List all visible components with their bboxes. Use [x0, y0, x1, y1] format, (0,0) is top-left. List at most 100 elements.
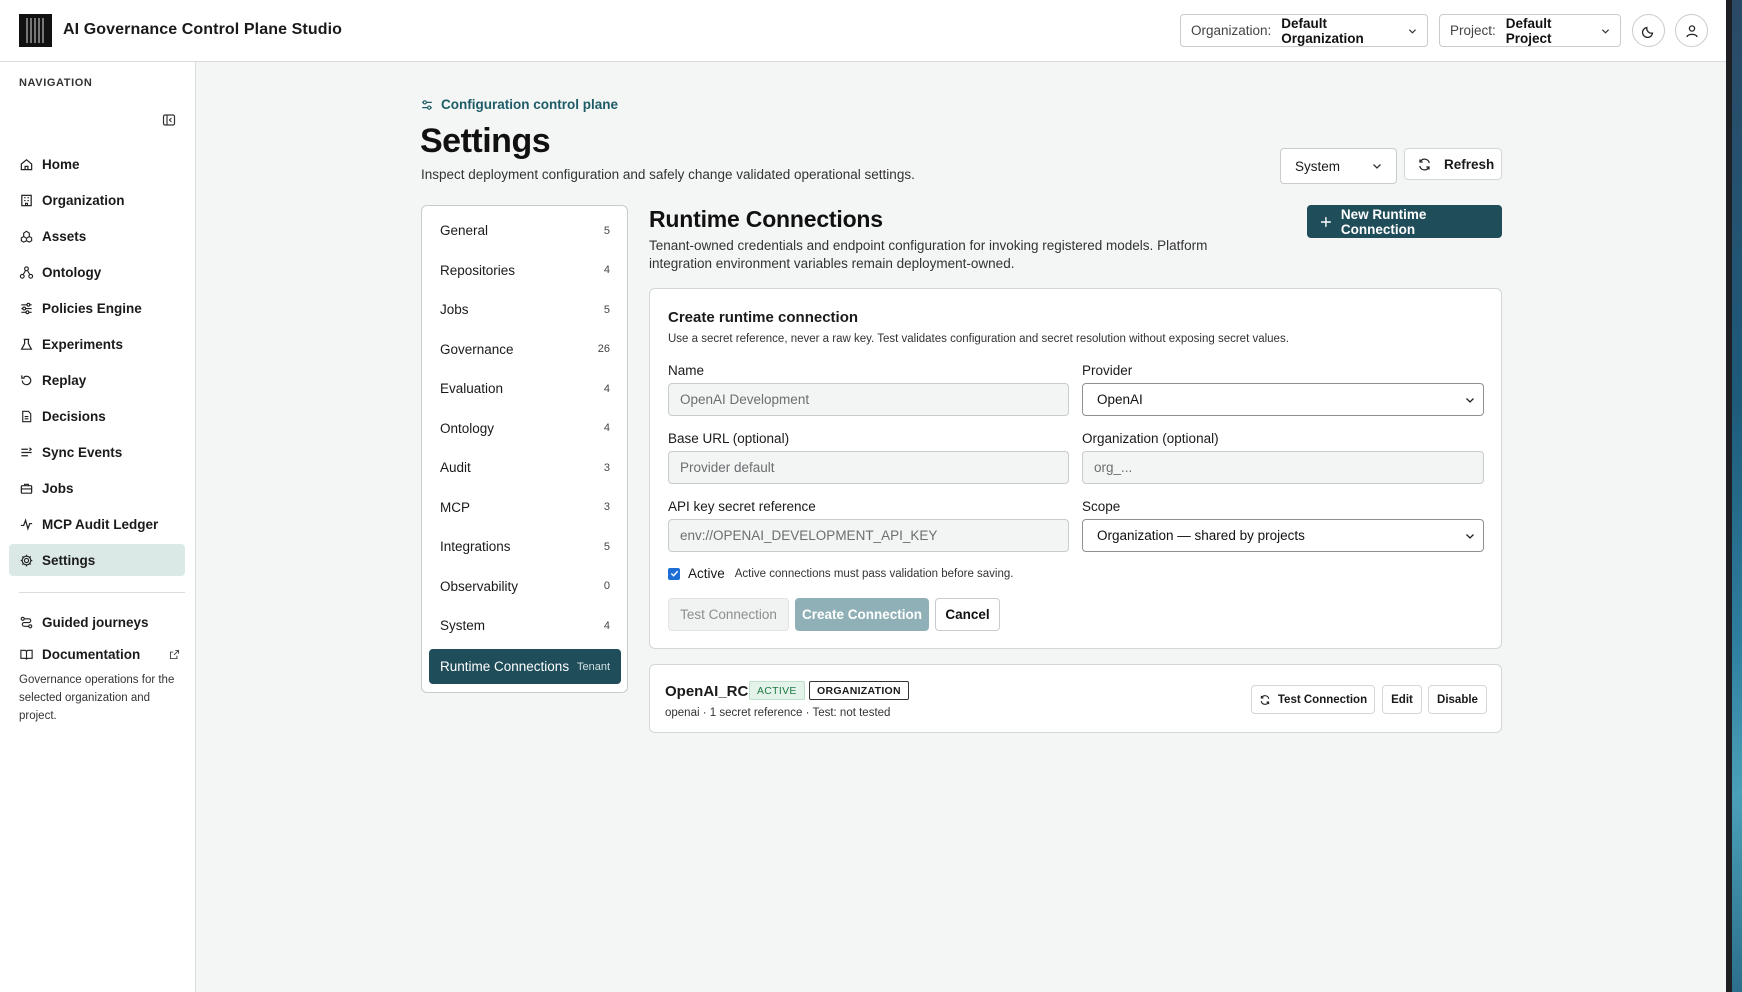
- sidebar-collapse-button[interactable]: [160, 111, 178, 129]
- background-window-edge: [1726, 0, 1742, 992]
- project-selector[interactable]: Project: Default Project: [1439, 14, 1621, 47]
- sidebar-item-ontology[interactable]: Ontology: [9, 256, 185, 288]
- settings-nav-observability[interactable]: Observability 0: [429, 569, 621, 604]
- refresh-icon: [1260, 694, 1270, 705]
- sidebar-divider: [19, 592, 185, 593]
- sidebar: NAVIGATION Home Organization Assets Onto…: [0, 62, 196, 992]
- check-icon: [670, 570, 678, 577]
- sidebar-item-home[interactable]: Home: [9, 148, 185, 180]
- sidebar-item-guided-journeys[interactable]: Guided journeys: [9, 606, 185, 638]
- settings-nav-runtime-connections[interactable]: Runtime Connections Tenant: [429, 649, 621, 684]
- chevron-down-icon: [1373, 164, 1381, 169]
- name-label: Name: [668, 363, 705, 378]
- name-field[interactable]: OpenAI Development: [668, 383, 1069, 416]
- settings-nav-count: 5: [603, 303, 610, 316]
- app-title: AI Governance Control Plane Studio: [63, 21, 342, 38]
- settings-nav-label: Observability: [440, 578, 519, 594]
- sidebar-item-mcp-audit-ledger[interactable]: MCP Audit Ledger: [9, 508, 185, 540]
- chevron-down-icon: [1409, 28, 1417, 34]
- chevron-down-icon: [1466, 397, 1474, 403]
- provider-select[interactable]: OpenAI: [1082, 383, 1484, 416]
- page-title: Settings: [420, 122, 551, 160]
- settings-nav-audit[interactable]: Audit 3: [429, 450, 621, 485]
- base-url-field[interactable]: Provider default: [668, 451, 1069, 484]
- settings-nav-count: 4: [603, 264, 610, 276]
- connection-test-label: Test Connection: [1277, 693, 1368, 706]
- settings-nav-system[interactable]: System 4: [429, 608, 621, 643]
- new-runtime-connection-button[interactable]: New Runtime Connection: [1307, 205, 1502, 238]
- settings-nav-label: Runtime Connections: [440, 659, 570, 674]
- sidebar-item-experiments[interactable]: Experiments: [9, 328, 185, 360]
- settings-nav-label: Governance: [440, 341, 514, 357]
- settings-nav-integrations[interactable]: Integrations 5: [429, 529, 621, 564]
- sidebar-item-label: Sync Events: [42, 444, 123, 460]
- book-icon: [20, 649, 33, 660]
- form-title: Create runtime connection: [668, 309, 859, 326]
- sidebar-item-label: Settings: [42, 552, 96, 568]
- user-menu-button[interactable]: [1675, 14, 1708, 47]
- plus-icon: [1320, 216, 1331, 227]
- sidebar-item-settings[interactable]: Settings: [9, 544, 185, 576]
- sidebar-item-jobs[interactable]: Jobs: [9, 472, 185, 504]
- settings-scope-select[interactable]: System: [1280, 148, 1397, 184]
- sidebar-item-documentation[interactable]: Documentation: [9, 638, 181, 670]
- sidebar-item-label: Decisions: [42, 408, 106, 424]
- sidebar-item-replay[interactable]: Replay: [9, 364, 185, 396]
- building-icon: [21, 194, 32, 206]
- create-connection-form: Create runtime connection Use a secret r…: [649, 288, 1502, 649]
- connection-edit-button[interactable]: Edit: [1382, 685, 1422, 714]
- settings-nav-governance[interactable]: Governance 26: [429, 332, 621, 367]
- sidebar-item-label: Organization: [42, 192, 125, 208]
- replay-icon: [21, 374, 32, 385]
- chevron-down-icon: [1601, 28, 1610, 34]
- settings-nav-label: Repositories: [440, 262, 516, 278]
- app-window: AI Governance Control Plane Studio Organ…: [0, 0, 1726, 992]
- api-key-secret-field[interactable]: env://OPENAI_DEVELOPMENT_API_KEY: [668, 519, 1069, 552]
- settings-category-nav: General 5 Repositories 4 Jobs 5 Governance 2…: [421, 205, 628, 693]
- organization-selector[interactable]: Organization: Default Organization: [1180, 14, 1428, 47]
- sidebar-item-organization[interactable]: Organization: [9, 184, 185, 216]
- settings-nav-jobs[interactable]: Jobs 5: [429, 292, 621, 327]
- settings-nav-mcp[interactable]: MCP 3: [429, 490, 621, 525]
- sidebar-item-label: Assets: [42, 228, 87, 244]
- settings-nav-evaluation[interactable]: Evaluation 4: [429, 371, 621, 406]
- section-title: Runtime Connections: [649, 206, 883, 232]
- organization-selector-label: Organization:: [1191, 23, 1272, 38]
- refresh-button[interactable]: Refresh: [1404, 148, 1502, 180]
- settings-nav-count: 26: [597, 343, 610, 355]
- sync-events-icon: [21, 446, 33, 456]
- create-connection-button[interactable]: Create Connection: [795, 598, 929, 631]
- page-eyebrow: Configuration control plane: [420, 97, 618, 112]
- settings-nav-label: Audit: [440, 460, 471, 475]
- sidebar-item-label: Guided journeys: [42, 614, 149, 630]
- connection-test-button[interactable]: Test Connection: [1251, 685, 1375, 714]
- sidebar-item-decisions[interactable]: Decisions: [9, 400, 185, 432]
- active-checkbox-note: Active connections must pass validation …: [734, 567, 1014, 580]
- new-runtime-connection-label: New Runtime Connection: [1340, 206, 1427, 237]
- test-connection-button[interactable]: Test Connection: [668, 598, 789, 631]
- sidebar-note: Governance operations for the selected o…: [19, 674, 175, 722]
- settings-nav-ontology[interactable]: Ontology 4: [429, 411, 621, 446]
- cancel-button[interactable]: Cancel: [935, 598, 1000, 631]
- settings-nav-general[interactable]: General 5: [429, 213, 621, 248]
- settings-nav-repositories[interactable]: Repositories 4: [429, 253, 621, 288]
- settings-nav-count: 4: [603, 619, 610, 632]
- gear-icon: [20, 554, 33, 566]
- settings-nav-label: General: [440, 223, 489, 238]
- refresh-icon: [1419, 158, 1430, 170]
- organization-field[interactable]: org_...: [1082, 451, 1484, 484]
- sidebar-item-policies-engine[interactable]: Policies Engine: [9, 292, 185, 324]
- active-checkbox[interactable]: [668, 567, 680, 580]
- connection-disable-button[interactable]: Disable: [1428, 685, 1487, 714]
- navigation-title: NAVIGATION: [19, 77, 93, 89]
- scope-select[interactable]: Organization — shared by projects: [1082, 519, 1484, 552]
- sidebar-item-label: Documentation: [42, 646, 141, 662]
- moon-icon: [1641, 26, 1653, 38]
- sidebar-item-label: Experiments: [42, 336, 124, 352]
- sidebar-item-assets[interactable]: Assets: [9, 220, 185, 252]
- sidebar-item-sync-events[interactable]: Sync Events: [9, 436, 185, 468]
- theme-toggle-button[interactable]: [1632, 14, 1665, 47]
- external-link-icon: [169, 649, 180, 659]
- app-logo: [19, 14, 52, 47]
- scope-label: Scope: [1082, 499, 1121, 514]
